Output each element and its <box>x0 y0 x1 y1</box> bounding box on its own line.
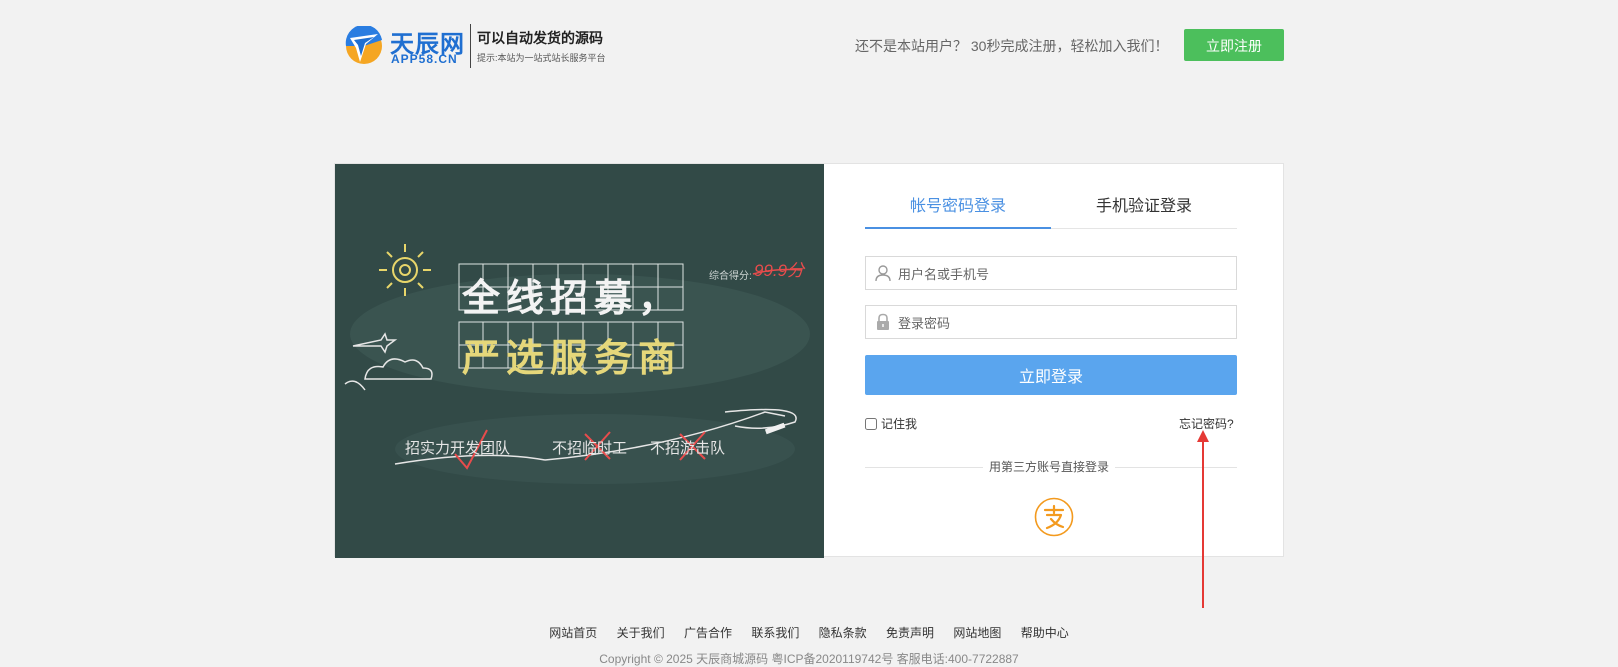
banner-slogan: 招实力开发团队 <box>405 440 511 457</box>
footer-link-about[interactable]: 关于我们 <box>617 626 665 640</box>
annotation-arrow-icon <box>1197 430 1209 608</box>
remember-me[interactable]: 记住我 <box>865 415 917 432</box>
remember-me-checkbox[interactable] <box>865 418 877 430</box>
footer-link-help[interactable]: 帮助中心 <box>1021 626 1069 640</box>
remember-me-label: 记住我 <box>881 417 918 431</box>
chalk-piece-icon <box>764 422 786 435</box>
alipay-icon[interactable] <box>1034 497 1074 537</box>
site-slogan: 可以自动发货的源码 <box>477 30 603 46</box>
recruitment-banner: 全线招募， 严选服务商 综合得分: 99.9分 招实力开发团队 不招临时工 不招… <box>335 164 824 558</box>
tab-account-password[interactable]: 帐号密码登录 <box>865 192 1051 229</box>
third-party-divider: 用第三方账号直接登录 <box>865 458 1237 476</box>
site-logo[interactable]: 天辰网 APP58.CN 可以自动发货的源码 提示:本站为一站式站长服务平台 <box>344 24 624 72</box>
login-panel: 全线招募， 严选服务商 综合得分: 99.9分 招实力开发团队 不招临时工 不招… <box>334 163 1284 558</box>
banner-slogan: 不招临时工 <box>552 440 628 457</box>
footer-link-privacy[interactable]: 隐私条款 <box>819 626 867 640</box>
footer-link-contact[interactable]: 联系我们 <box>751 626 799 640</box>
register-prompt: 还不是本站用户？ 30秒完成注册，轻松加入我们！ <box>855 38 1169 54</box>
banner-title-line2: 严选服务商 <box>462 338 683 380</box>
logo-mark-icon <box>345 26 382 64</box>
score-value: 99.9分 <box>754 261 805 280</box>
username-input[interactable] <box>896 257 1230 291</box>
footer-links: 网站首页 关于我们 广告合作 联系我们 隐私条款 免责声明 网站地图 帮助中心 <box>0 624 1618 641</box>
footer-link-home[interactable]: 网站首页 <box>549 626 597 640</box>
score-label: 综合得分: <box>709 271 752 282</box>
login-form: 帐号密码登录 手机验证登录 立即登录 记住我 忘记密码? 用第三方账号 <box>824 164 1283 558</box>
copyright: Copyright © 2025 天辰商城源码 粤ICP备2020119742号… <box>599 652 1019 666</box>
lock-icon <box>877 313 889 330</box>
logo-en-text: APP58.CN <box>391 52 458 66</box>
password-field[interactable] <box>865 305 1237 340</box>
header: 天辰网 APP58.CN 可以自动发货的源码 提示:本站为一站式站长服务平台 还… <box>0 0 1618 90</box>
username-field[interactable] <box>865 256 1237 291</box>
password-input[interactable] <box>896 306 1230 340</box>
footer-link-ads[interactable]: 广告合作 <box>684 626 732 640</box>
login-submit-button[interactable]: 立即登录 <box>865 355 1237 395</box>
register-button[interactable]: 立即注册 <box>1184 29 1284 61</box>
footer-link-sitemap[interactable]: 网站地图 <box>953 626 1001 640</box>
banner-slogan: 不招游击队 <box>650 440 726 457</box>
third-party-label: 用第三方账号直接登录 <box>983 458 1116 475</box>
footer-link-disclaimer[interactable]: 免责声明 <box>886 626 934 640</box>
logo-divider <box>470 24 471 68</box>
banner-title-line1: 全线招募， <box>462 278 683 320</box>
sun-icon <box>379 244 431 296</box>
login-tabs: 帐号密码登录 手机验证登录 <box>865 192 1237 229</box>
user-icon <box>875 265 891 282</box>
tab-phone-verification[interactable]: 手机验证登录 <box>1051 192 1237 228</box>
site-tip: 提示:本站为一站式站长服务平台 <box>477 53 606 63</box>
